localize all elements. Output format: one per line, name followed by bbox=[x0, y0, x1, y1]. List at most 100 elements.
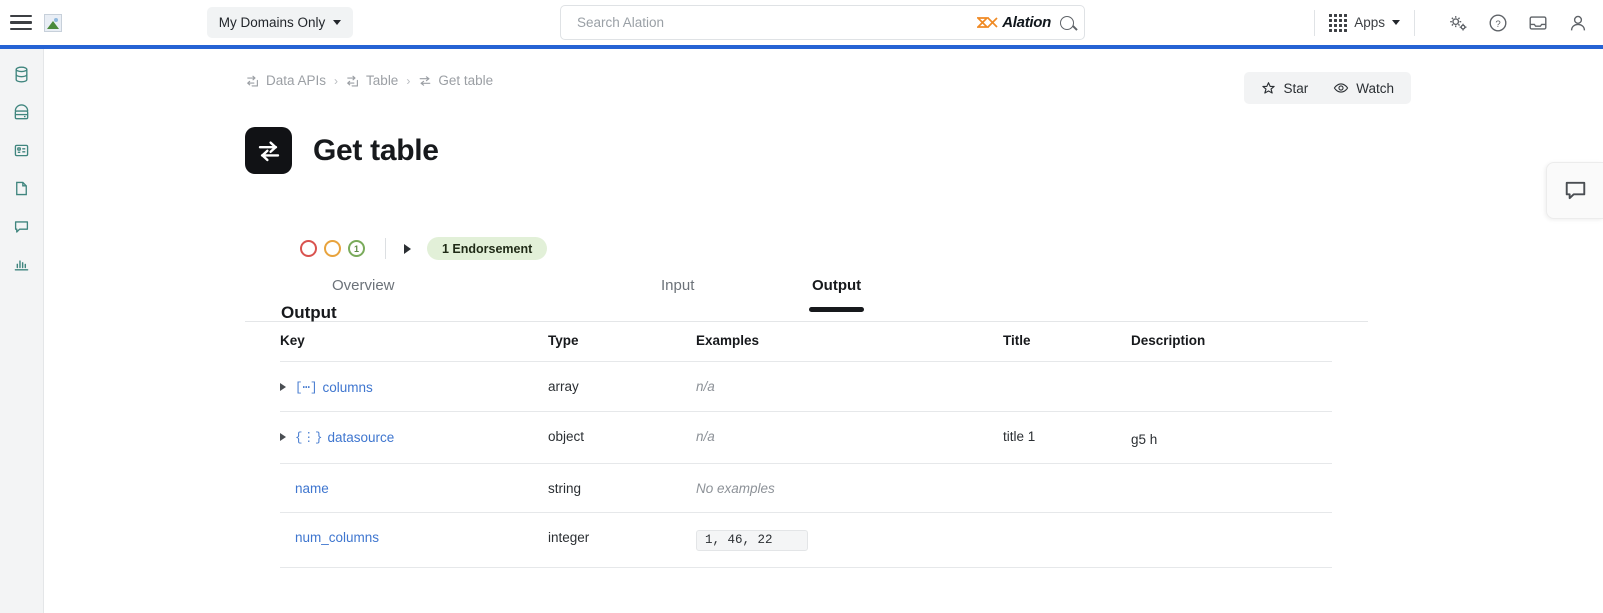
output-table: Key Type Examples Title Description [⋯] … bbox=[280, 333, 1332, 568]
domain-filter-dropdown[interactable]: My Domains Only bbox=[207, 7, 353, 38]
examples-cell: No examples bbox=[696, 481, 775, 496]
key-cell: num_columns bbox=[280, 530, 548, 545]
settings-gears-icon[interactable] bbox=[1447, 12, 1469, 34]
page-logo bbox=[245, 127, 292, 174]
chevron-down-icon bbox=[1392, 20, 1400, 25]
top-bar: My Domains Only Alation Apps bbox=[0, 0, 1603, 45]
divider bbox=[1414, 9, 1415, 36]
column-header-type: Type bbox=[548, 333, 696, 362]
breadcrumb-item-get-table[interactable]: Get table bbox=[418, 73, 493, 88]
section-title-output: Output bbox=[281, 303, 337, 322]
broken-image-icon[interactable] bbox=[44, 13, 62, 32]
table-row: [⋯] columns array n/a bbox=[280, 361, 1332, 412]
sidebar-item-tables[interactable] bbox=[5, 133, 39, 167]
type-cell: integer bbox=[548, 512, 696, 568]
alation-wordmark: Alation bbox=[1002, 14, 1051, 31]
star-icon bbox=[1262, 81, 1276, 94]
endorsement-badge[interactable]: 1 Endorsement bbox=[427, 237, 548, 260]
breadcrumb-item-data-apis[interactable]: Data APIs bbox=[246, 73, 326, 88]
apps-grid-icon bbox=[1329, 13, 1348, 32]
examples-cell: 1, 46, 22 bbox=[696, 530, 808, 551]
tab-bar: Overview Input Output bbox=[245, 277, 1368, 322]
arrows-exchange-icon bbox=[419, 75, 431, 86]
document-icon bbox=[16, 181, 27, 195]
hamburger-menu-icon[interactable] bbox=[10, 14, 32, 31]
chevron-down-icon bbox=[333, 20, 342, 25]
help-question-icon[interactable]: ? bbox=[1487, 12, 1509, 34]
breadcrumb-label: Table bbox=[366, 73, 399, 88]
eye-icon bbox=[1334, 83, 1349, 93]
search-box[interactable]: Alation bbox=[560, 5, 1085, 40]
expand-triangle-icon[interactable] bbox=[280, 383, 286, 391]
breadcrumb-separator: › bbox=[334, 73, 339, 88]
description-cell: g5 h bbox=[1131, 432, 1158, 447]
triangle-right-icon[interactable] bbox=[404, 243, 411, 254]
breadcrumb: Data APIs › Table › Get table bbox=[246, 73, 493, 88]
star-button[interactable]: Star bbox=[1261, 81, 1308, 96]
watch-button[interactable]: Watch bbox=[1333, 80, 1394, 96]
quality-flag-green[interactable]: 1 bbox=[348, 240, 365, 257]
sidebar-item-documents[interactable] bbox=[5, 171, 39, 205]
alation-mark-icon bbox=[977, 17, 998, 28]
arrows-exchange-icon bbox=[258, 140, 279, 161]
key-link[interactable]: columns bbox=[323, 380, 373, 395]
main-content: Data APIs › Table › Get table Star Watch… bbox=[44, 49, 1603, 613]
key-link[interactable]: num_columns bbox=[295, 530, 379, 545]
user-profile-icon[interactable] bbox=[1567, 12, 1589, 34]
left-rail bbox=[0, 49, 44, 613]
chat-bubble-icon bbox=[1565, 181, 1585, 200]
column-header-key: Key bbox=[280, 333, 548, 362]
page-header: Get table bbox=[245, 127, 439, 174]
page-title: Get table bbox=[313, 133, 439, 167]
star-label: Star bbox=[1283, 80, 1309, 96]
examples-cell: n/a bbox=[696, 429, 715, 444]
inbox-icon[interactable] bbox=[1527, 12, 1549, 34]
type-cell: array bbox=[548, 361, 696, 412]
apps-label: Apps bbox=[1354, 15, 1385, 30]
search-input[interactable] bbox=[575, 14, 978, 31]
sidebar-item-data-sources[interactable] bbox=[5, 57, 39, 91]
breadcrumb-item-table[interactable]: Table bbox=[346, 73, 398, 88]
table-row: {⋮} datasource object n/a title 1 g5 h bbox=[280, 411, 1332, 464]
quality-meta-row: 1 1 Endorsement bbox=[300, 237, 548, 260]
divider bbox=[1314, 9, 1316, 36]
sidebar-item-storage[interactable] bbox=[5, 95, 39, 129]
key-cell: [⋯] columns bbox=[280, 379, 548, 395]
apps-menu-button[interactable]: Apps bbox=[1329, 13, 1400, 32]
breadcrumb-label: Get table bbox=[438, 73, 494, 88]
key-link[interactable]: datasource bbox=[328, 430, 395, 445]
tab-output[interactable]: Output bbox=[808, 277, 865, 312]
column-header-description: Description bbox=[1131, 333, 1332, 362]
api-exchange-icon bbox=[246, 75, 258, 86]
breadcrumb-separator: › bbox=[406, 73, 411, 88]
api-exchange-icon bbox=[346, 75, 358, 86]
sidebar-item-analytics[interactable] bbox=[5, 247, 39, 281]
array-type-glyph-icon: [⋯] bbox=[295, 381, 318, 395]
server-icon bbox=[14, 103, 29, 119]
divider bbox=[385, 238, 386, 259]
type-cell: string bbox=[548, 463, 696, 513]
table-row: num_columns integer 1, 46, 22 bbox=[280, 512, 1332, 568]
alation-logo-icon: Alation bbox=[977, 14, 1051, 31]
feedback-widget-button[interactable] bbox=[1546, 162, 1603, 219]
title-cell bbox=[1003, 512, 1131, 568]
top-bar-right: Apps ? bbox=[1300, 0, 1589, 45]
quality-flag-red[interactable] bbox=[300, 240, 317, 257]
description-cell bbox=[1131, 361, 1332, 412]
star-watch-group: Star Watch bbox=[1244, 72, 1411, 104]
tab-overview[interactable]: Overview bbox=[332, 277, 395, 307]
description-cell bbox=[1131, 463, 1332, 513]
examples-cell: n/a bbox=[696, 379, 715, 394]
search-icon[interactable] bbox=[1060, 15, 1074, 30]
database-icon bbox=[15, 66, 28, 82]
key-link[interactable]: name bbox=[295, 481, 329, 496]
watch-label: Watch bbox=[1356, 80, 1394, 96]
column-header-examples: Examples bbox=[696, 333, 1003, 362]
type-cell: object bbox=[548, 411, 696, 464]
sidebar-item-conversations[interactable] bbox=[5, 209, 39, 243]
tab-input[interactable]: Input bbox=[661, 277, 694, 307]
key-cell: {⋮} datasource bbox=[280, 429, 548, 445]
quality-flag-amber[interactable] bbox=[324, 240, 341, 257]
description-cell bbox=[1131, 512, 1332, 568]
expand-triangle-icon[interactable] bbox=[280, 433, 286, 441]
